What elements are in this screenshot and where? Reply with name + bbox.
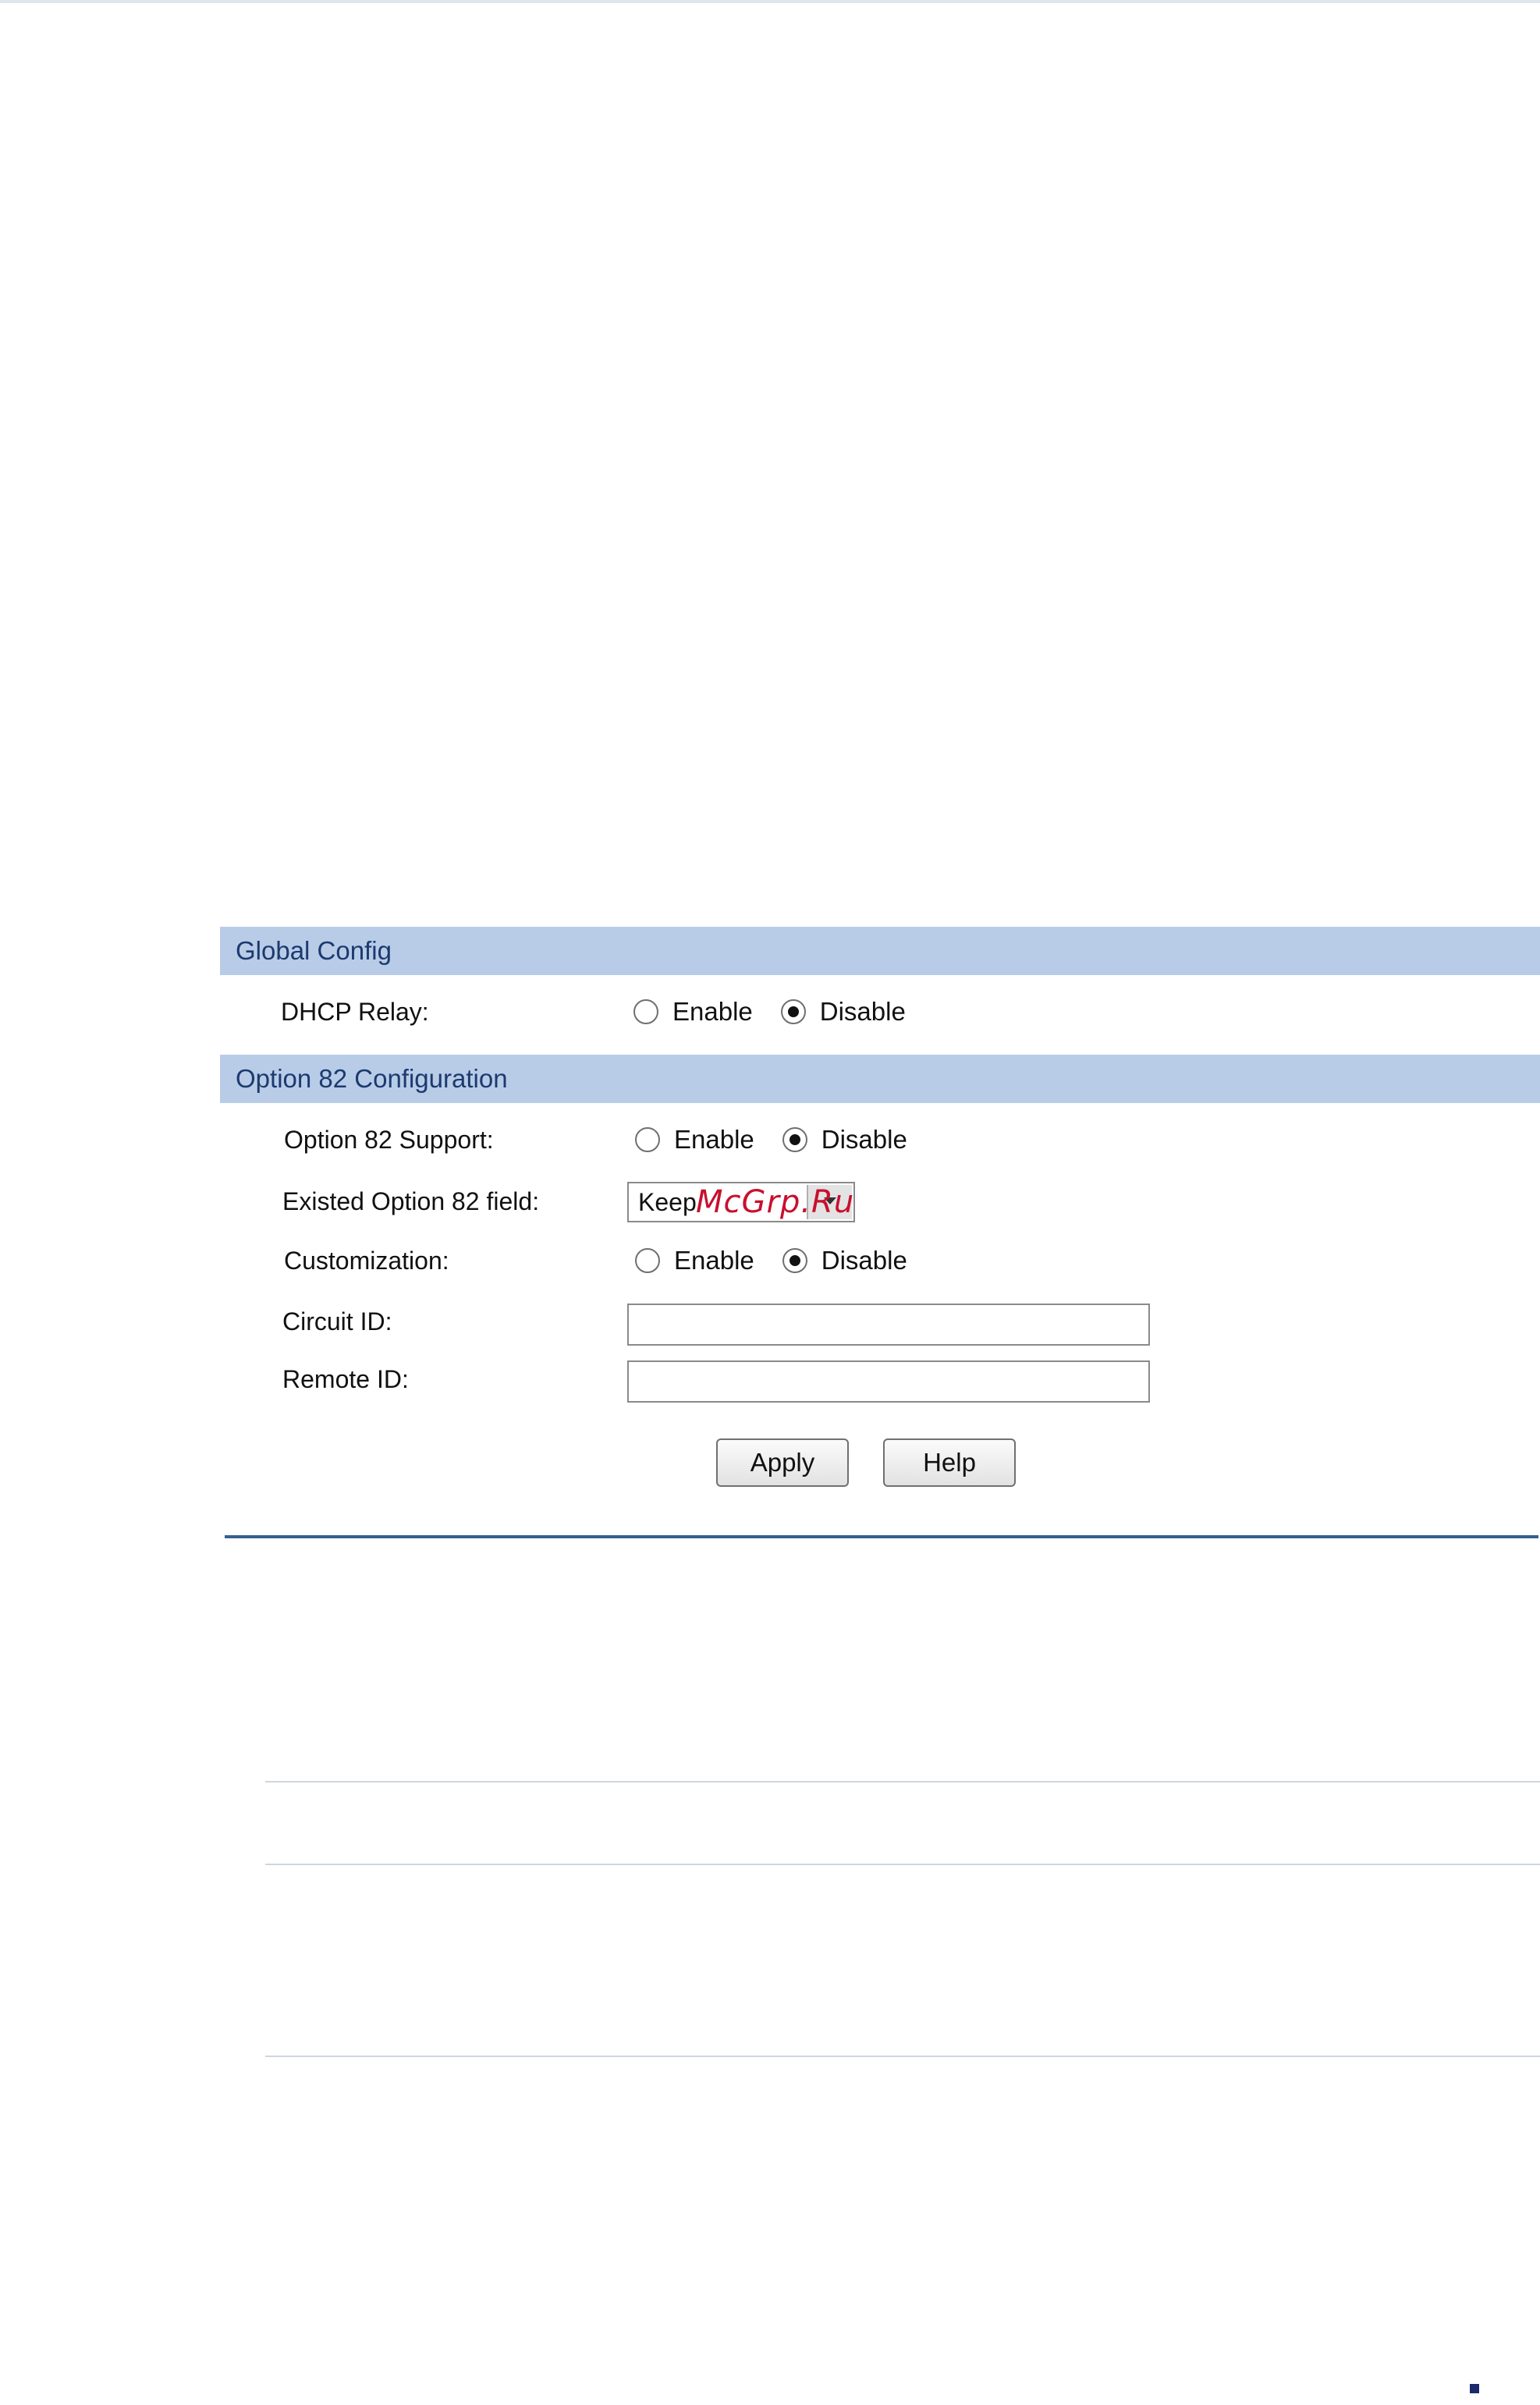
- dhcp-relay-enable-radio[interactable]: [633, 999, 658, 1024]
- table-rule-bottom: [265, 2056, 1540, 2057]
- apply-button[interactable]: Apply: [716, 1438, 849, 1487]
- customization-disable-label: Disable: [821, 1246, 907, 1275]
- section-header-option82: Option 82 Configuration: [220, 1055, 1540, 1103]
- dhcp-relay-config-panel: Global Config DHCP Relay: Enable Disable…: [220, 927, 1540, 1538]
- table-rule-middle: [265, 1864, 1540, 1865]
- option82-support-enable-radio[interactable]: [635, 1127, 660, 1152]
- table-rule-top: [265, 1781, 1540, 1782]
- customization-radio-group: Enable Disable: [635, 1243, 935, 1278]
- circuit-id-label: Circuit ID:: [282, 1307, 392, 1336]
- option82-support-radio-group: Enable Disable: [635, 1123, 935, 1157]
- existed-option82-field-value: Keep: [638, 1188, 697, 1216]
- remote-id-label: Remote ID:: [282, 1365, 409, 1393]
- existed-option82-field-label: Existed Option 82 field:: [282, 1187, 540, 1215]
- top-rule: [0, 0, 1540, 3]
- section-header-global-config: Global Config: [220, 927, 1540, 975]
- customization-enable-label: Enable: [674, 1246, 754, 1275]
- option82-support-disable-label: Disable: [821, 1125, 907, 1154]
- option82-support-enable-label: Enable: [674, 1125, 754, 1154]
- page-corner-mark: [1470, 2384, 1479, 2393]
- dhcp-relay-enable-label: Enable: [672, 997, 753, 1026]
- dhcp-relay-label: DHCP Relay:: [281, 998, 429, 1026]
- option82-support-label: Option 82 Support:: [284, 1126, 494, 1154]
- dhcp-relay-disable-label: Disable: [819, 997, 906, 1026]
- customization-enable-radio[interactable]: [635, 1248, 660, 1273]
- panel-bottom-divider: [225, 1535, 1538, 1538]
- option82-support-disable-radio[interactable]: [782, 1127, 807, 1152]
- customization-label: Customization:: [284, 1247, 449, 1275]
- circuit-id-input[interactable]: [627, 1304, 1150, 1346]
- watermark-text: McGrp.Ru: [696, 1184, 855, 1220]
- help-button[interactable]: Help: [883, 1438, 1016, 1487]
- dhcp-relay-radio-group: Enable Disable: [633, 995, 934, 1029]
- dhcp-relay-disable-radio[interactable]: [780, 999, 806, 1024]
- customization-disable-radio[interactable]: [782, 1248, 807, 1273]
- remote-id-input[interactable]: [627, 1360, 1150, 1403]
